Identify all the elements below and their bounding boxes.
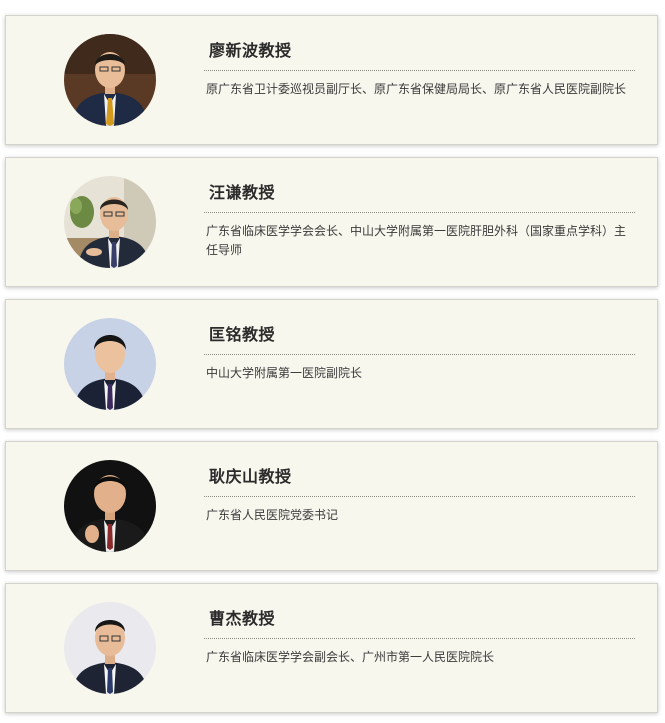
divider — [204, 638, 635, 639]
profile-name: 匡铭教授 — [209, 327, 276, 344]
avatar — [64, 34, 156, 126]
profile-name: 曹杰教授 — [209, 611, 276, 628]
profile-card: 耿庆山教授 广东省人民医院党委书记 — [5, 441, 658, 571]
avatar — [64, 176, 156, 268]
expert-profile-list: 廖新波教授 原广东省卫计委巡视员副厅长、原广东省保健局局长、原广东省人民医院副院… — [0, 0, 665, 723]
profile-description: 广东省人民医院党委书记 — [206, 508, 339, 522]
divider — [204, 496, 635, 497]
avatar — [64, 318, 156, 410]
profile-card: 汪谦教授 广东省临床医学学会会长、中山大学附属第一医院肝胆外科（国家重点学科）主… — [5, 157, 658, 287]
profile-card: 曹杰教授 广东省临床医学学会副会长、广州市第一人民医院院长 — [5, 583, 658, 713]
profile-description: 广东省临床医学学会会长、中山大学附属第一医院肝胆外科（国家重点学科）主任导师 — [206, 224, 627, 257]
avatar — [64, 460, 156, 552]
profile-description: 原广东省卫计委巡视员副厅长、原广东省保健局局长、原广东省人民医院副院长 — [206, 82, 627, 96]
divider — [204, 354, 635, 355]
profile-description: 中山大学附属第一医院副院长 — [206, 366, 363, 380]
avatar — [64, 602, 156, 694]
profile-name: 汪谦教授 — [209, 185, 276, 202]
divider — [204, 70, 635, 71]
profile-name: 廖新波教授 — [209, 43, 292, 60]
divider — [204, 212, 635, 213]
profile-name: 耿庆山教授 — [209, 469, 292, 486]
profile-card: 匡铭教授 中山大学附属第一医院副院长 — [5, 299, 658, 429]
profile-description: 广东省临床医学学会副会长、广州市第一人民医院院长 — [206, 650, 495, 664]
profile-card: 廖新波教授 原广东省卫计委巡视员副厅长、原广东省保健局局长、原广东省人民医院副院… — [5, 15, 658, 145]
